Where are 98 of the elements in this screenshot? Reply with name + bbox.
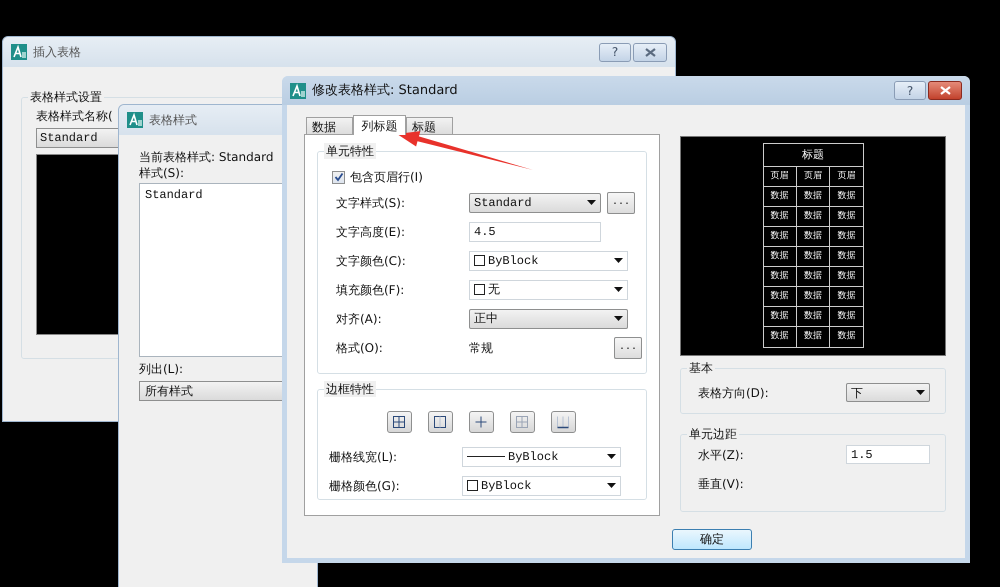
border-button[interactable] [550, 411, 576, 433]
preview-cell-text: 数据 [836, 210, 856, 223]
caret-icon [607, 454, 616, 459]
caret-icon [587, 200, 596, 205]
app-icon [11, 44, 27, 60]
preview-cell: 页眉 [796, 167, 830, 186]
line-sample-icon [467, 455, 505, 458]
preview-cell: 数据 [796, 227, 830, 246]
dropdown[interactable]: 无 [469, 280, 628, 300]
preview-cell: 数据 [764, 227, 797, 246]
preview-cell-text: 数据 [836, 190, 856, 203]
preview-cell-text: 数据 [836, 230, 856, 243]
dropdown[interactable]: 下 [846, 383, 930, 402]
group-title: 单元特性 [324, 143, 376, 159]
group-title: 表格样式设置 [28, 89, 104, 105]
preview-cell-text: 数据 [836, 330, 856, 344]
preview-cell: 数据 [796, 307, 830, 326]
close-button[interactable] [928, 81, 962, 100]
app-icon [127, 112, 143, 128]
close-icon [940, 86, 950, 95]
field-label: 栅格线宽(L): [329, 448, 398, 466]
preview-cell-text: 数据 [836, 270, 856, 283]
help-button[interactable]: ? [894, 81, 926, 100]
browse-button[interactable]: ... [607, 192, 635, 214]
preview-cell: 数据 [764, 327, 797, 347]
color-swatch-icon [474, 255, 485, 266]
preview-cell: 数据 [796, 187, 830, 206]
preview-cell-text: 数据 [836, 250, 856, 263]
preview-cell: 数据 [796, 327, 830, 347]
preview-cell: 数据 [796, 207, 830, 226]
preview-cell: 页眉 [764, 167, 797, 186]
app-icon [290, 82, 306, 98]
input-field[interactable]: 4.5 [469, 222, 601, 242]
border-grid-icon [392, 415, 406, 429]
input-field[interactable]: 1.5 [846, 445, 930, 464]
field-label: 样式(S): [139, 165, 186, 181]
window-title: 插入表格 [33, 44, 81, 61]
caret-icon [607, 483, 616, 488]
window-title: 表格样式 [149, 112, 197, 129]
caret-icon [614, 316, 623, 321]
caret-icon [614, 258, 623, 263]
color-swatch-icon [467, 480, 478, 491]
caret-icon [614, 287, 623, 292]
dropdown[interactable]: ByBlock [462, 476, 621, 496]
help-button[interactable]: ? [599, 42, 631, 62]
border-grid-icon [474, 415, 488, 429]
checkbox-label: 包含页眉行(I) [350, 169, 423, 186]
border-grid-icon [515, 415, 529, 429]
field-label: 栅格颜色(G): [329, 478, 401, 494]
checkbox[interactable] [332, 170, 345, 184]
preview-cell-text: 页眉 [836, 170, 856, 183]
border-grid-icon [433, 415, 447, 429]
preview-cell: 数据 [796, 287, 830, 306]
preview-cell: 标题 [764, 144, 862, 167]
close-icon [644, 48, 656, 56]
field-label: 填充颜色(F): [336, 282, 406, 298]
dropdown[interactable]: ByBlock [469, 250, 628, 270]
border-button[interactable] [386, 411, 412, 433]
preview-cell-text: 数据 [836, 310, 856, 323]
tab[interactable]: 列标题 [353, 115, 406, 135]
field-label: 列出(L): [139, 361, 184, 377]
preview-cell: 数据 [764, 287, 797, 306]
current-style-text: 当前表格样式: Standard [139, 149, 274, 165]
ok-button[interactable]: 确定 [672, 528, 752, 550]
preview-cell: 数据 [796, 247, 830, 266]
dropdown[interactable]: ByBlock [462, 446, 621, 466]
field-label: 水平(Z): [698, 446, 744, 464]
tab[interactable]: 数据 [306, 117, 353, 134]
border-button[interactable] [428, 411, 452, 433]
field-label: 文字高度(E): [336, 224, 406, 240]
dropdown[interactable]: Standard [469, 192, 601, 212]
preview-cell: 数据 [796, 267, 830, 286]
field-value: 常规 [469, 340, 494, 356]
field-label: 对齐(A): [336, 310, 383, 328]
preview-cell: 数据 [764, 267, 797, 286]
dropdown[interactable]: 正中 [469, 308, 628, 328]
preview-cell-text: 数据 [836, 290, 856, 303]
tab[interactable]: 标题 [406, 117, 453, 134]
color-swatch-icon [474, 284, 485, 295]
close-button[interactable] [633, 42, 667, 62]
window-title: 修改表格样式: Standard [312, 82, 458, 100]
group-title: 基本 [687, 360, 715, 376]
field-label: 文字颜色(C): [336, 252, 407, 270]
border-grid-icon [556, 415, 570, 429]
preview-cell: 数据 [764, 307, 797, 326]
group-title: 单元边距 [687, 426, 739, 442]
field-label: 表格样式名称( [36, 108, 113, 124]
preview-cell: 数据 [764, 187, 797, 206]
browse-button[interactable]: ... [614, 336, 642, 358]
caret-icon [916, 390, 925, 395]
field-label: 文字样式(S): [336, 194, 406, 212]
field-label: 垂直(V): [698, 476, 744, 492]
field-label: 格式(O): [336, 340, 384, 356]
preview-cell: 数据 [764, 247, 797, 266]
preview-cell: 数据 [764, 207, 797, 226]
field-label: 表格方向(D): [698, 384, 769, 402]
border-button[interactable] [468, 411, 494, 433]
group-title: 边框特性 [324, 381, 376, 397]
